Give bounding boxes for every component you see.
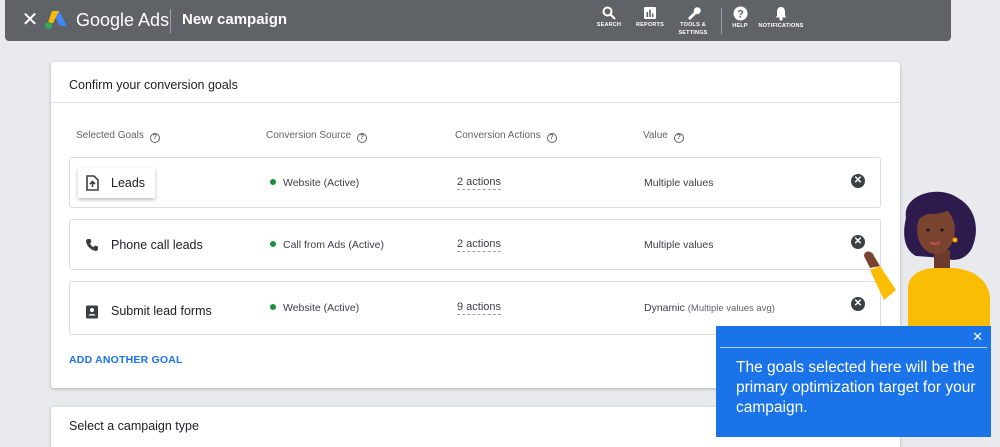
goal-name: Phone call leads <box>111 238 203 252</box>
page-title: New campaign <box>182 11 288 28</box>
wrench-icon <box>688 7 701 20</box>
goal-name: Submit lead forms <box>111 304 212 318</box>
column-header-conversion-source: Conversion Source? <box>266 130 368 143</box>
card-heading: Select a campaign type <box>69 419 199 433</box>
help-icon: ? <box>733 6 747 21</box>
help-icon[interactable]: ? <box>149 133 160 143</box>
header-divider <box>170 9 171 33</box>
reports-tool-button[interactable]: REPORTS <box>634 6 666 28</box>
phone-icon <box>83 236 101 254</box>
tooltip-callout: ✕ The goals selected here will be the pr… <box>716 326 991 437</box>
goal-value-text: Multiple values <box>644 177 714 189</box>
goal-name-chip: Phone call leads <box>78 230 213 260</box>
remove-goal-button[interactable]: ✕ <box>851 174 865 188</box>
bell-icon <box>775 7 787 21</box>
column-header-conversion-actions: Conversion Actions? <box>455 130 557 143</box>
search-tool-button[interactable]: SEARCH <box>595 6 623 28</box>
goal-value: Dynamic (Multiple values avg) <box>644 302 775 314</box>
add-another-goal-button[interactable]: ADD ANOTHER GOAL <box>69 354 183 366</box>
top-app-bar: ✕ Google Ads New campaign SEARCH REPORTS… <box>5 0 951 41</box>
active-status-dot <box>270 241 276 247</box>
tools-label-line1: TOOLS & <box>680 22 706 28</box>
close-icon[interactable]: ✕ <box>19 9 41 31</box>
column-header-label: Conversion Source <box>266 130 352 141</box>
search-tool-label: SEARCH <box>596 22 622 28</box>
column-header-label: Value <box>643 130 668 141</box>
goal-name-chip: Submit lead forms <box>78 296 222 326</box>
goal-name-chip: Leads <box>78 168 156 198</box>
app-name: Google Ads <box>76 10 170 30</box>
close-icon[interactable]: ✕ <box>972 330 983 344</box>
card-divider <box>51 102 900 103</box>
goal-value: Multiple values <box>644 177 713 189</box>
goal-value-subtext: (Multiple values avg) <box>687 303 775 314</box>
notifications-tool-button[interactable]: NOTIFICATIONS <box>757 6 805 29</box>
conversion-actions-link[interactable]: 2 actions <box>457 176 502 190</box>
conversion-source-text: Website (Active) <box>283 177 360 189</box>
conversion-source: Website (Active) <box>270 177 359 189</box>
column-header-selected-goals: Selected Goals? <box>76 130 160 143</box>
conversion-actions-link[interactable]: 9 actions <box>457 301 502 315</box>
active-status-dot <box>270 304 276 310</box>
goal-value-text: Multiple values <box>644 239 714 251</box>
conversion-source-text: Website (Active) <box>283 302 360 314</box>
conversion-source-text: Call from Ads (Active) <box>283 239 384 251</box>
column-header-value: Value? <box>643 130 684 143</box>
toolbar-divider <box>721 8 722 34</box>
google-ads-logo-icon <box>45 11 67 29</box>
tools-label-line2: SETTINGS <box>678 30 708 36</box>
callout-divider <box>720 347 987 348</box>
goal-row-phone-call-leads[interactable]: Phone call leads Call from Ads (Active) … <box>69 219 881 270</box>
search-icon <box>602 6 616 20</box>
notifications-tool-label: NOTIFICATIONS <box>758 23 804 29</box>
column-header-label: Conversion Actions <box>455 130 541 141</box>
card-heading: Confirm your conversion goals <box>69 78 238 92</box>
column-header-label: Selected Goals <box>76 130 144 141</box>
goal-value-text: Dynamic <box>644 302 685 314</box>
callout-message: The goals selected here will be the prim… <box>736 359 976 416</box>
tools-settings-button[interactable]: TOOLS & SETTINGS <box>675 6 711 36</box>
reports-icon <box>644 7 656 19</box>
goal-name: Leads <box>111 176 146 190</box>
upload-document-icon <box>83 174 101 192</box>
help-icon[interactable]: ? <box>673 133 684 143</box>
active-status-dot <box>270 179 276 185</box>
conversion-source: Website (Active) <box>270 302 359 314</box>
help-icon[interactable]: ? <box>357 133 368 143</box>
contact-form-icon <box>83 302 101 320</box>
reports-tool-label: REPORTS <box>636 22 664 28</box>
conversion-actions-link[interactable]: 2 actions <box>457 238 502 252</box>
help-tool-label: HELP <box>732 23 748 29</box>
help-icon[interactable]: ? <box>546 133 557 143</box>
goal-row-leads[interactable]: Leads Website (Active) 2 actions Multipl… <box>69 157 881 208</box>
svg-text:?: ? <box>737 9 744 21</box>
presenter-illustration <box>864 191 990 340</box>
goal-value: Multiple values <box>644 239 713 251</box>
help-tool-button[interactable]: ? HELP <box>729 6 751 29</box>
conversion-source: Call from Ads (Active) <box>270 239 384 251</box>
